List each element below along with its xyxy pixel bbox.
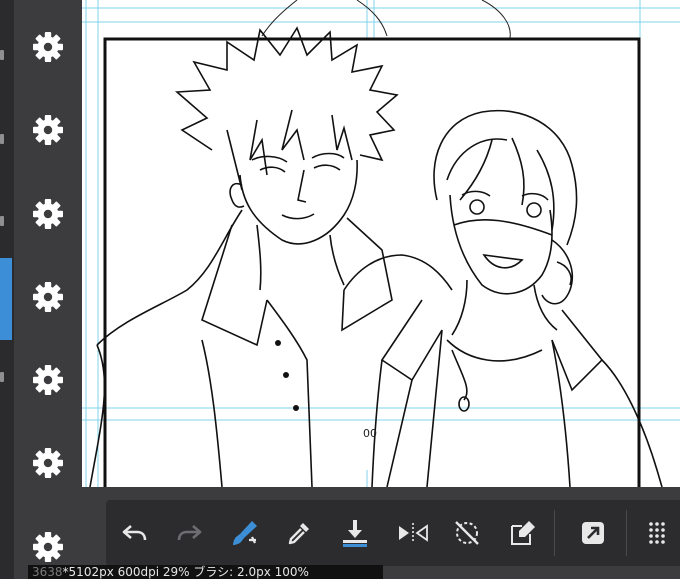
toolbar-divider <box>554 510 555 556</box>
flip-horizontal-button[interactable] <box>392 512 434 554</box>
gear-icon <box>33 282 63 312</box>
transform-button[interactable] <box>502 512 544 554</box>
rotate-reset-button[interactable] <box>446 512 488 554</box>
layer-settings-button[interactable] <box>31 113 65 147</box>
layer-settings-button[interactable] <box>31 30 65 64</box>
right-character <box>371 109 663 487</box>
save-button[interactable] <box>334 512 376 554</box>
flip-horizontal-icon <box>399 523 428 543</box>
edge-marker <box>0 216 4 226</box>
layer-settings-button[interactable] <box>31 363 65 397</box>
toolbar-divider <box>626 510 627 556</box>
gear-icon <box>33 365 63 395</box>
gear-icon <box>33 32 63 62</box>
layer-settings-button[interactable] <box>31 446 65 480</box>
edge-marker <box>0 50 4 60</box>
drawing-canvas[interactable]: 00 <box>82 0 680 487</box>
gear-icon <box>33 199 63 229</box>
redo-button[interactable] <box>168 512 210 554</box>
brush-tool-button[interactable] <box>224 512 266 554</box>
left-character <box>89 26 453 487</box>
share-icon <box>582 522 604 544</box>
rotate-reset-icon <box>455 521 479 545</box>
edge-marker <box>0 134 4 144</box>
brush-icon <box>233 521 257 545</box>
redo-icon <box>177 525 202 541</box>
eyedropper-icon <box>288 523 309 545</box>
status-text: *5102px 600dpi 29% ブラシ: 2.0px 100% <box>62 565 309 579</box>
undo-button[interactable] <box>114 512 156 554</box>
layer-settings-button[interactable] <box>31 197 65 231</box>
page-number: 00 <box>363 427 377 440</box>
layer-settings-button[interactable] <box>31 530 65 564</box>
grid-menu-icon <box>649 522 665 544</box>
menu-button[interactable] <box>636 512 678 554</box>
gear-icon <box>33 115 63 145</box>
undo-icon <box>122 525 147 541</box>
guide-lines <box>82 0 680 487</box>
gear-icon <box>33 448 63 478</box>
gear-icon <box>33 532 63 562</box>
layer-settings-strip <box>14 0 82 579</box>
eyedropper-button[interactable] <box>278 512 320 554</box>
status-size-prefix: 3638 <box>32 565 63 579</box>
layer-settings-button[interactable] <box>31 280 65 314</box>
share-button[interactable] <box>572 512 614 554</box>
transform-icon <box>511 521 535 545</box>
left-panel-edge <box>0 0 14 579</box>
bottom-toolbar <box>106 500 680 566</box>
edge-marker <box>0 372 4 382</box>
active-layer-indicator <box>0 258 12 340</box>
canvas-info-status-bar: 3638*5102px 600dpi 29% ブラシ: 2.0px 100% <box>28 565 383 579</box>
download-icon <box>343 520 367 547</box>
line-art-illustration <box>82 0 680 487</box>
